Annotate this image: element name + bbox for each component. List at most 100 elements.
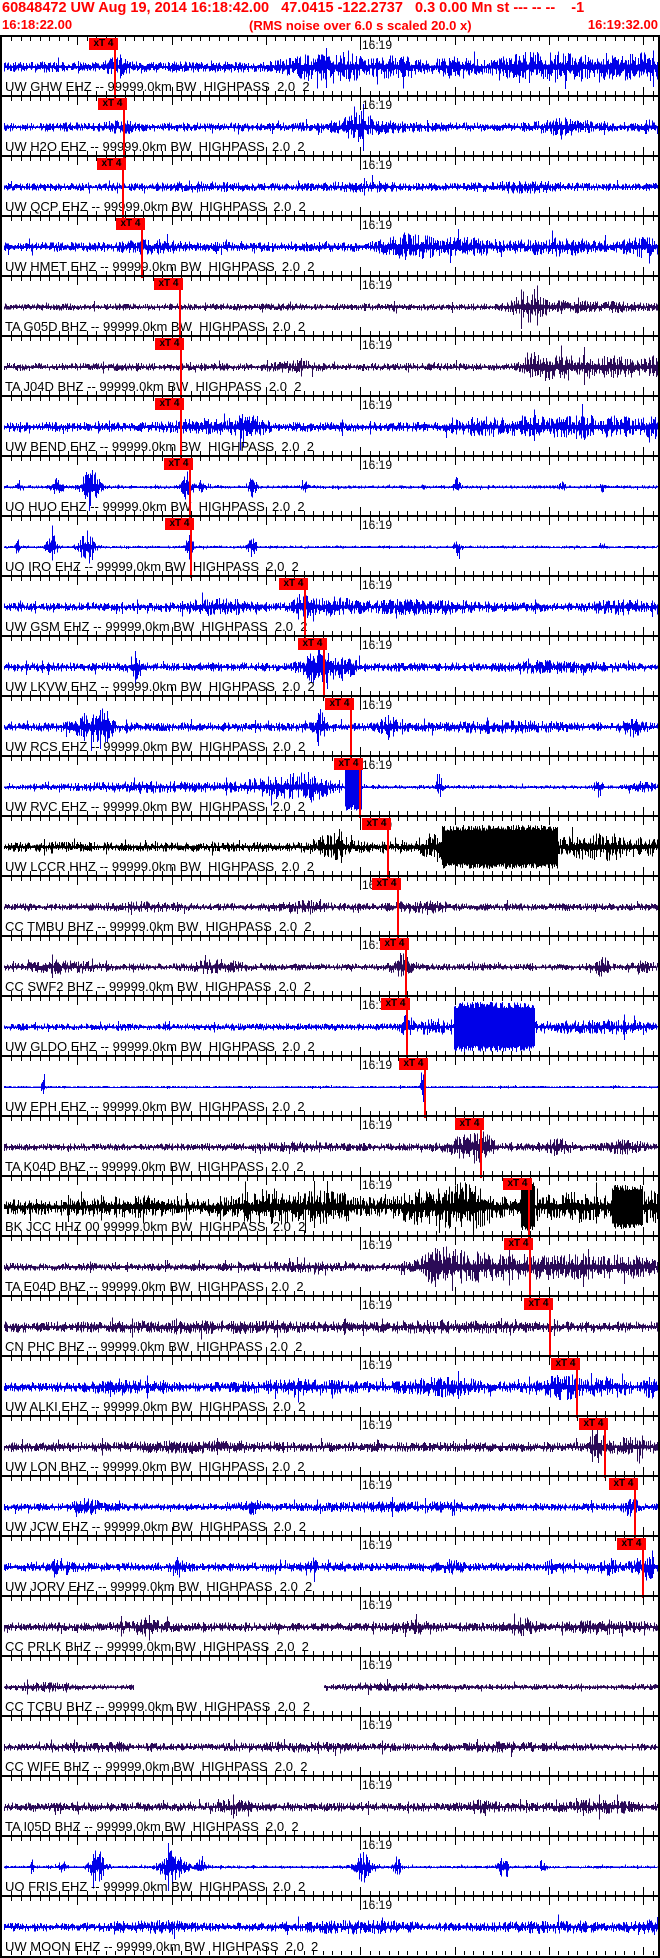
seismogram-trace[interactable] xyxy=(4,1739,658,1757)
trace-row: 16:19 UW RVC EHZ -- 99999.0km BW HIGHPASS… xyxy=(2,755,658,818)
window-start-time: 16:18:22.00 xyxy=(2,17,73,32)
seismic-waveform-viewer: 60848472 UW Aug 19, 2014 16:18:42.00 47.… xyxy=(0,0,660,1958)
minute-label: 16:19 xyxy=(362,458,393,472)
trace-row: 16:19 UW QCP EHZ -- 99999.0km BW HIGHPASS… xyxy=(2,155,658,218)
pick-flag[interactable]: xT 4 xyxy=(298,638,327,650)
pick-flag[interactable]: xT 4 xyxy=(279,578,308,590)
trace-row: 16:19 UO FRIS EHZ -- 99999.0km BW HIGHPAS… xyxy=(2,1835,658,1895)
pick-flag[interactable]: xT 4 xyxy=(380,938,409,950)
station-label: UW GSM EHZ -- 99999.0km BW HIGHPASS 2.0 … xyxy=(5,619,308,634)
pick-flag[interactable]: xT 4 xyxy=(551,1358,580,1370)
pick-flag[interactable]: xT 4 xyxy=(504,1238,533,1250)
pick-flag[interactable]: xT 4 xyxy=(165,518,194,530)
seismogram-trace[interactable] xyxy=(4,1072,658,1102)
station-label: UW RCS EHZ -- 99999.0km BW HIGHPASS 2.0 … xyxy=(5,739,306,754)
seismogram-trace[interactable] xyxy=(4,1794,658,1820)
station-label: UW JORV EHZ -- 99999.0km BW HIGHPASS 2.0… xyxy=(5,1579,313,1594)
seismogram-trace[interactable] xyxy=(4,1613,658,1641)
minute-label: 16:19 xyxy=(362,1358,393,1372)
pick-flag[interactable]: xT 4 xyxy=(89,38,118,50)
station-label: UO FRIS EHZ -- 99999.0km BW HIGHPASS 2.0… xyxy=(5,1879,306,1894)
pick-flag[interactable]: xT 4 xyxy=(155,338,184,350)
station-label: CC PRLK BHZ -- 99999.0km BW HIGHPASS 2.0… xyxy=(5,1639,309,1654)
event-summary-line: 60848472 UW Aug 19, 2014 16:18:42.00 47.… xyxy=(2,0,585,16)
minute-label: 16:19 xyxy=(362,1238,393,1252)
minute-label: 16:19 xyxy=(362,518,393,532)
minute-label: 16:19 xyxy=(362,218,393,232)
trace-row: 16:19 TA E04D BHZ -- 99999.0km BW HIGHPAS… xyxy=(2,1235,658,1298)
trace-row: 16:19 UW MOON EHZ -- 99999.0km BW HIGHPAS… xyxy=(2,1895,658,1955)
station-label: UW JCW EHZ -- 99999.0km BW HIGHPASS 2.0 … xyxy=(5,1519,306,1534)
pick-flag[interactable]: xT 4 xyxy=(362,818,391,830)
pick-flag[interactable]: xT 4 xyxy=(116,218,145,230)
station-label: TA I05D BHZ -- 99999.0km BW HIGHPASS 2.0… xyxy=(5,1819,299,1834)
station-label: UW ALKI EHZ -- 99999.0km BW HIGHPASS 2.0… xyxy=(5,1399,306,1414)
pick-flag[interactable]: xT 4 xyxy=(154,278,183,290)
station-label: CC WIFE BHZ -- 99999.0km BW HIGHPASS 2.0… xyxy=(5,1759,308,1774)
seismogram-trace[interactable] xyxy=(4,1550,658,1582)
pick-flag[interactable]: xT 4 xyxy=(381,998,410,1010)
seismogram-trace[interactable] xyxy=(4,525,658,564)
seismogram-trace[interactable] xyxy=(4,175,658,196)
seismogram-trace[interactable] xyxy=(4,953,658,978)
minute-label: 16:19 xyxy=(362,1058,393,1072)
pick-flag[interactable]: xT 4 xyxy=(155,398,184,410)
trace-row: 16:19 UW JCW EHZ -- 99999.0km BW HIGHPASS… xyxy=(2,1475,658,1538)
minute-label: 16:19 xyxy=(362,1658,393,1672)
trace-row: 16:19 TA G05D BHZ -- 99999.0km BW HIGHPAS… xyxy=(2,275,658,338)
pick-flag[interactable]: xT 4 xyxy=(503,1178,532,1190)
trace-row: 16:19 TA I05D BHZ -- 99999.0km BW HIGHPAS… xyxy=(2,1775,658,1835)
event-header: 60848472 UW Aug 19, 2014 16:18:42.00 47.… xyxy=(0,0,660,35)
minute-label: 16:19 xyxy=(362,698,393,712)
window-end-time: 16:19:32.00 xyxy=(587,17,658,32)
seismogram-trace[interactable] xyxy=(4,898,658,915)
trace-row: 16:19 UW GHW EHZ -- 99999.0km BW HIGHPASS… xyxy=(2,35,658,98)
pick-flag[interactable]: xT 4 xyxy=(372,878,401,890)
minute-label: 16:19 xyxy=(362,1118,393,1132)
pick-flag[interactable]: xT 4 xyxy=(334,758,363,770)
station-label: CC TMBU BHZ -- 99999.0km BW HIGHPASS 2.0… xyxy=(5,919,312,934)
minute-label: 16:19 xyxy=(362,1298,393,1312)
pick-flag[interactable]: xT 4 xyxy=(325,698,354,710)
trace-row: 16:19 UW BEND EHZ -- 99999.0km BW HIGHPAS… xyxy=(2,395,658,458)
trace-row: 16:19 UW HMET EHZ -- 99999.0km BW HIGHPAS… xyxy=(2,215,658,278)
minute-label: 16:19 xyxy=(362,398,393,412)
minute-label: 16:19 xyxy=(362,758,393,772)
trace-row: 16:19UW LCCR HHZ -- 99999.0km BW HIGHPAS… xyxy=(2,815,658,878)
pick-flag[interactable]: xT 4 xyxy=(524,1298,553,1310)
station-label: UW MOON EHZ -- 99999.0km BW HIGHPASS 2.0… xyxy=(5,1939,319,1954)
station-label: TA K04D BHZ -- 99999.0km BW HIGHPASS 2.0… xyxy=(5,1159,304,1174)
trace-row: 16:19 UW H2O EHZ -- 99999.0km BW HIGHPASS… xyxy=(2,95,658,158)
trace-row: 16:19 UW EPH EHZ -- 99999.0km BW HIGHPASS… xyxy=(2,1055,658,1118)
minute-label: 16:19 xyxy=(362,578,393,592)
trace-row: 16:19 UO HUO EHZ -- 99999.0km BW HIGHPASS… xyxy=(2,455,658,518)
minute-label: 16:19 xyxy=(362,1418,393,1432)
minute-label: 16:19 xyxy=(362,1778,393,1792)
station-label: UO HUO EHZ -- 99999.0km BW HIGHPASS 2.0 … xyxy=(5,499,305,514)
minute-label: 16:19 xyxy=(362,1478,393,1492)
pick-flag[interactable]: xT 4 xyxy=(617,1538,646,1550)
pick-flag[interactable]: xT 4 xyxy=(399,1058,428,1070)
station-label: UW GHW EHZ -- 99999.0km BW HIGHPASS 2.0 … xyxy=(5,79,310,94)
seismogram-trace[interactable] xyxy=(4,1497,658,1518)
minute-label: 16:19 xyxy=(362,338,393,352)
pick-flag[interactable]: xT 4 xyxy=(97,158,126,170)
trace-row: 16:19 UW GLDO EHZ -- 99999.0km BW HIGHPAS… xyxy=(2,995,658,1058)
seismogram-trace[interactable] xyxy=(4,1678,658,1695)
pick-flag[interactable]: xT 4 xyxy=(164,458,193,470)
station-label: UW QCP EHZ -- 99999.0km BW HIGHPASS 2.0 … xyxy=(5,199,306,214)
trace-row: 16:19 TA J04D BHZ -- 99999.0km BW HIGHPAS… xyxy=(2,335,658,398)
station-label: UW LCCR HHZ -- 99999.0km BW HIGHPASS 2.0… xyxy=(5,859,314,874)
minute-label: 16:19 xyxy=(362,1598,393,1612)
trace-row: 16:19 UW GSM EHZ -- 99999.0km BW HIGHPASS… xyxy=(2,575,658,638)
pick-flag[interactable]: xT 4 xyxy=(609,1478,638,1490)
seismogram-trace[interactable] xyxy=(4,1914,658,1939)
pick-flag[interactable]: xT 4 xyxy=(98,98,127,110)
seismogram-trace[interactable] xyxy=(4,1371,658,1403)
seismogram-trace[interactable] xyxy=(4,1317,658,1340)
trace-row: 16:19 UW ALKI EHZ -- 99999.0km BW HIGHPAS… xyxy=(2,1355,658,1418)
pick-flag[interactable]: xT 4 xyxy=(579,1418,608,1430)
minute-label: 16:19 xyxy=(362,638,393,652)
minute-label: 16:19 xyxy=(362,1898,393,1912)
pick-flag[interactable]: xT 4 xyxy=(455,1118,484,1130)
